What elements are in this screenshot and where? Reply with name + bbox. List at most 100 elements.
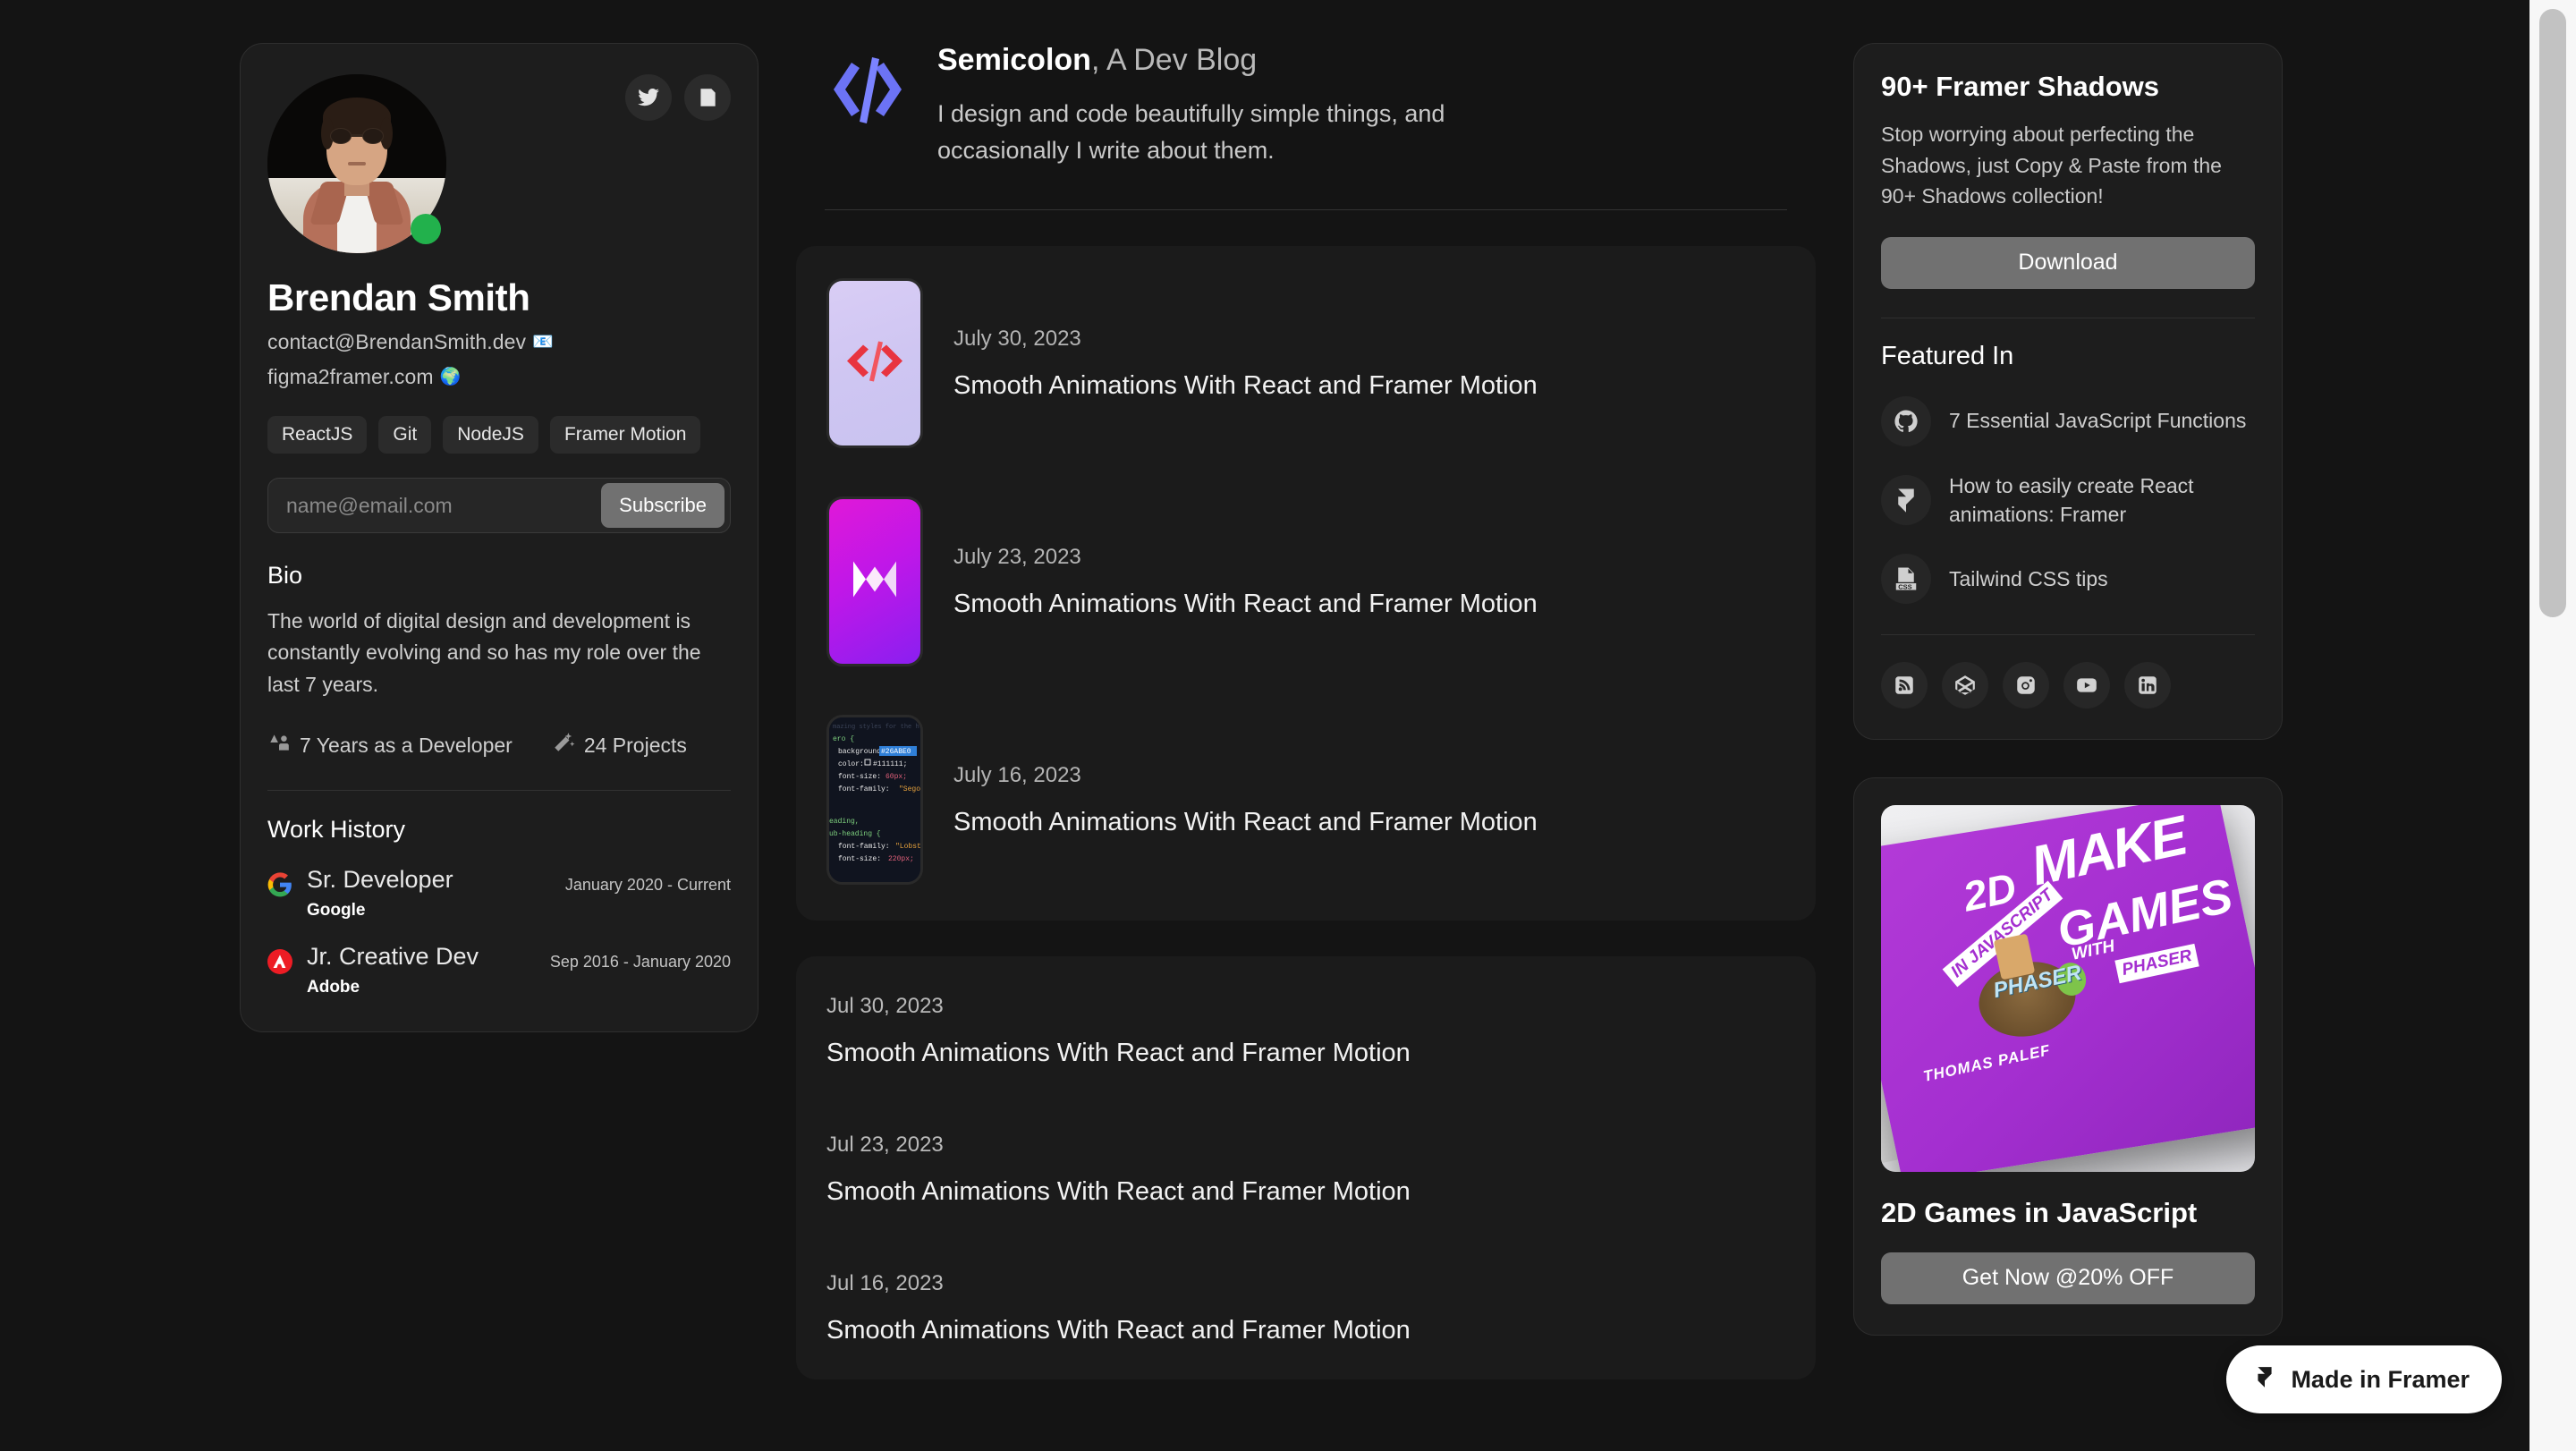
post-title: Smooth Animations With React and Framer … xyxy=(826,1177,1411,1206)
email-icon: 📧 xyxy=(532,333,554,352)
job-entry: Sr. Developer Google January 2020 - Curr… xyxy=(267,867,731,921)
book-cover-image: MAKE 2D GAMES IN JAVASCRIPT WITH PHASER … xyxy=(1881,804,2255,1172)
post-title: Smooth Animations With React and Framer … xyxy=(953,807,1538,836)
promo-description: Stop worrying about perfecting the Shado… xyxy=(1881,123,2222,208)
framer-motion-magenta-thumb xyxy=(826,496,923,666)
code-line: mazing styles for the hero s xyxy=(833,724,923,731)
email-field[interactable] xyxy=(268,493,602,518)
job-entry: Jr. Creative Dev Adobe Sep 2016 - Januar… xyxy=(267,942,731,997)
divider xyxy=(1881,633,2255,635)
list-item[interactable]: Jul 30, 2023 Smooth Animations With Reac… xyxy=(826,994,1785,1068)
css-file-icon: CSS xyxy=(1881,553,1931,604)
bio-heading: Bio xyxy=(267,562,303,589)
post-date: July 16, 2023 xyxy=(953,762,1081,787)
book-title: 2D Games in JavaScript xyxy=(1881,1196,2198,1228)
code-brackets-red-thumb xyxy=(826,278,923,448)
post-date: Jul 16, 2023 xyxy=(826,1271,944,1295)
job-role: Jr. Creative Dev xyxy=(307,942,479,970)
skill-tag[interactable]: Git xyxy=(378,416,432,454)
post-date: July 23, 2023 xyxy=(953,544,1081,569)
svg-text:CSS: CSS xyxy=(1898,582,1911,590)
post-title: Smooth Animations With React and Framer … xyxy=(953,370,1538,400)
bio-text: The world of digital design and developm… xyxy=(267,609,701,696)
adobe-logo xyxy=(267,948,292,974)
stat-projects-label: 24 Projects xyxy=(583,733,687,757)
page-scrollbar[interactable] xyxy=(2529,0,2576,1451)
blog-title-rest: , A Dev Blog xyxy=(1090,43,1258,77)
rss-icon[interactable] xyxy=(1881,661,1928,709)
recent-posts-panel: Jul 30, 2023 Smooth Animations With Reac… xyxy=(796,956,1816,1379)
github-icon xyxy=(1881,395,1931,446)
featured-item-label: How to easily create React animations: F… xyxy=(1949,473,2194,526)
work-history-heading: Work History xyxy=(267,816,406,844)
css-code-editor-thumb: mazing styles for the hero s ero { backg… xyxy=(826,715,923,885)
youtube-icon[interactable] xyxy=(2063,661,2110,709)
subscribe-button[interactable]: Subscribe xyxy=(601,483,724,528)
code-line: font-size: xyxy=(838,773,881,781)
main-content: Semicolon, A Dev Blog I design and code … xyxy=(796,43,1816,1379)
post-title: Smooth Animations With React and Framer … xyxy=(826,1316,1411,1345)
skill-tag-list: ReactJS Git NodeJS Framer Motion xyxy=(267,416,731,454)
post-title: Smooth Animations With React and Framer … xyxy=(826,1039,1411,1067)
profile-social-buttons xyxy=(625,74,731,121)
post-date: Jul 23, 2023 xyxy=(826,1133,944,1157)
codepen-icon[interactable] xyxy=(1942,661,1988,709)
featured-item[interactable]: 7 Essential JavaScript Functions xyxy=(1881,395,2255,446)
skill-tag[interactable]: ReactJS xyxy=(267,416,368,454)
avatar xyxy=(267,74,446,253)
status-badge xyxy=(411,214,441,244)
blog-header: Semicolon, A Dev Blog I design and code … xyxy=(796,43,1816,168)
post-card[interactable]: July 30, 2023 Smooth Animations With Rea… xyxy=(826,278,1785,448)
code-line: 60px; xyxy=(886,773,907,781)
right-sidebar: 90+ Framer Shadows Stop worrying about p… xyxy=(1853,43,2283,1336)
linkedin-icon[interactable] xyxy=(2124,661,2171,709)
code-line: 220px; xyxy=(888,855,914,863)
code-line: #111111; xyxy=(873,760,907,768)
skill-tag[interactable]: NodeJS xyxy=(443,416,538,454)
code-line: ero { xyxy=(833,735,854,743)
list-item[interactable]: Jul 23, 2023 Smooth Animations With Reac… xyxy=(826,1133,1785,1207)
post-date: Jul 30, 2023 xyxy=(826,994,944,1018)
article-icon[interactable] xyxy=(684,74,731,121)
list-item[interactable]: Jul 16, 2023 Smooth Animations With Reac… xyxy=(826,1271,1785,1345)
instagram-icon[interactable] xyxy=(2003,661,2049,709)
profile-website[interactable]: figma2framer.com 🌍 xyxy=(267,365,731,389)
twitter-icon[interactable] xyxy=(625,74,672,121)
profile-stats: 7 Years as a Developer 24 Projects xyxy=(267,731,731,759)
skill-tag[interactable]: Framer Motion xyxy=(549,416,701,454)
divider xyxy=(825,209,1787,210)
featured-in-heading: Featured In xyxy=(1881,341,2014,370)
code-line: eading, xyxy=(829,818,860,826)
blog-description: I design and code beautifully simple thi… xyxy=(937,100,1445,164)
three-column-layout: Brendan Smith contact@BrendanSmith.dev 📧… xyxy=(240,43,2326,1379)
made-in-framer-label: Made in Framer xyxy=(2291,1365,2470,1393)
globe-icon: 🌍 xyxy=(439,368,462,386)
featured-item-label: Tailwind CSS tips xyxy=(1949,566,2108,590)
profile-email[interactable]: contact@BrendanSmith.dev 📧 xyxy=(267,330,731,354)
page-title: Brendan Smith xyxy=(267,276,530,318)
post-card[interactable]: mazing styles for the hero s ero { backg… xyxy=(826,715,1785,885)
promo-card: 90+ Framer Shadows Stop worrying about p… xyxy=(1853,43,2283,740)
scrollbar-thumb[interactable] xyxy=(2539,9,2566,617)
blog-title-bold: Semicolon xyxy=(937,43,1091,77)
code-line: font-size: xyxy=(838,855,881,863)
featured-item[interactable]: How to easily create React animations: F… xyxy=(1881,471,2255,529)
promo-title: 90+ Framer Shadows xyxy=(1881,71,2159,102)
download-button[interactable]: Download xyxy=(1881,236,2255,289)
stat-years: 7 Years as a Developer xyxy=(267,731,513,759)
subscribe-form: Subscribe xyxy=(267,478,731,533)
people-icon xyxy=(267,731,291,759)
made-in-framer-badge[interactable]: Made in Framer xyxy=(2226,1345,2502,1413)
post-card[interactable]: July 23, 2023 Smooth Animations With Rea… xyxy=(826,496,1785,666)
featured-item-label: 7 Essential JavaScript Functions xyxy=(1949,409,2247,433)
job-role: Sr. Developer xyxy=(307,866,453,894)
job-dates: January 2020 - Current xyxy=(564,876,731,895)
featured-item[interactable]: CSS Tailwind CSS tips xyxy=(1881,553,2255,604)
job-dates: Sep 2016 - January 2020 xyxy=(549,952,731,971)
profile-card: Brendan Smith contact@BrendanSmith.dev 📧… xyxy=(240,43,758,1032)
framer-icon xyxy=(1881,474,1931,525)
code-line: font-family: xyxy=(838,843,890,851)
job-company: Adobe xyxy=(307,977,360,997)
get-now-button[interactable]: Get Now @20% OFF xyxy=(1881,1252,2255,1304)
stat-projects: 24 Projects xyxy=(552,731,687,759)
